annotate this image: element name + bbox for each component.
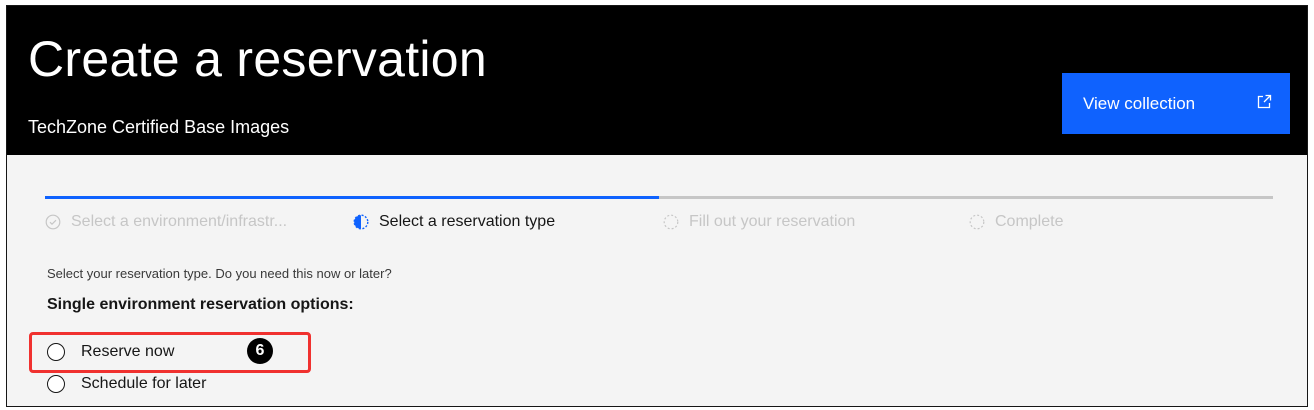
progress-track bbox=[45, 196, 1273, 199]
radio-schedule-for-later[interactable]: Schedule for later bbox=[47, 372, 206, 396]
page-header: Create a reservation TechZone Certified … bbox=[7, 6, 1307, 155]
step-fill-out-reservation[interactable]: Fill out your reservation bbox=[663, 212, 855, 232]
radio-reserve-now[interactable]: Reserve now bbox=[47, 340, 174, 364]
radio-button[interactable] bbox=[47, 375, 65, 393]
step-label: Complete bbox=[995, 213, 1064, 230]
view-collection-button[interactable]: View collection bbox=[1062, 73, 1290, 134]
progress-fill bbox=[45, 196, 659, 199]
page-title: Create a reservation bbox=[28, 31, 488, 87]
radio-label: Schedule for later bbox=[81, 375, 207, 392]
radio-button[interactable] bbox=[47, 343, 65, 361]
dashed-circle-icon bbox=[969, 214, 985, 230]
external-link-icon bbox=[1257, 94, 1272, 109]
step-complete[interactable]: Complete bbox=[969, 212, 1063, 232]
radio-label: Reserve now bbox=[81, 343, 175, 360]
step-label: Fill out your reservation bbox=[689, 213, 856, 230]
step-label: Select a reservation type bbox=[379, 213, 556, 230]
step-label: Select a environment/infrastr... bbox=[71, 213, 288, 230]
callout-number-badge: 6 bbox=[247, 338, 273, 364]
instruction-text: Select your reservation type. Do you nee… bbox=[47, 266, 392, 281]
step-select-environment[interactable]: Select a environment/infrastr... bbox=[45, 212, 287, 232]
page-subtitle: TechZone Certified Base Images bbox=[28, 117, 290, 137]
dashed-circle-icon bbox=[663, 214, 679, 230]
reservation-window: Create a reservation TechZone Certified … bbox=[6, 5, 1308, 407]
view-collection-label: View collection bbox=[1083, 93, 1196, 113]
half-filled-circle-icon bbox=[353, 214, 369, 230]
reservation-options-heading: Single environment reservation options: bbox=[47, 296, 354, 313]
step-select-reservation-type[interactable]: Select a reservation type bbox=[353, 212, 555, 232]
checkmark-outline-icon bbox=[45, 214, 61, 230]
